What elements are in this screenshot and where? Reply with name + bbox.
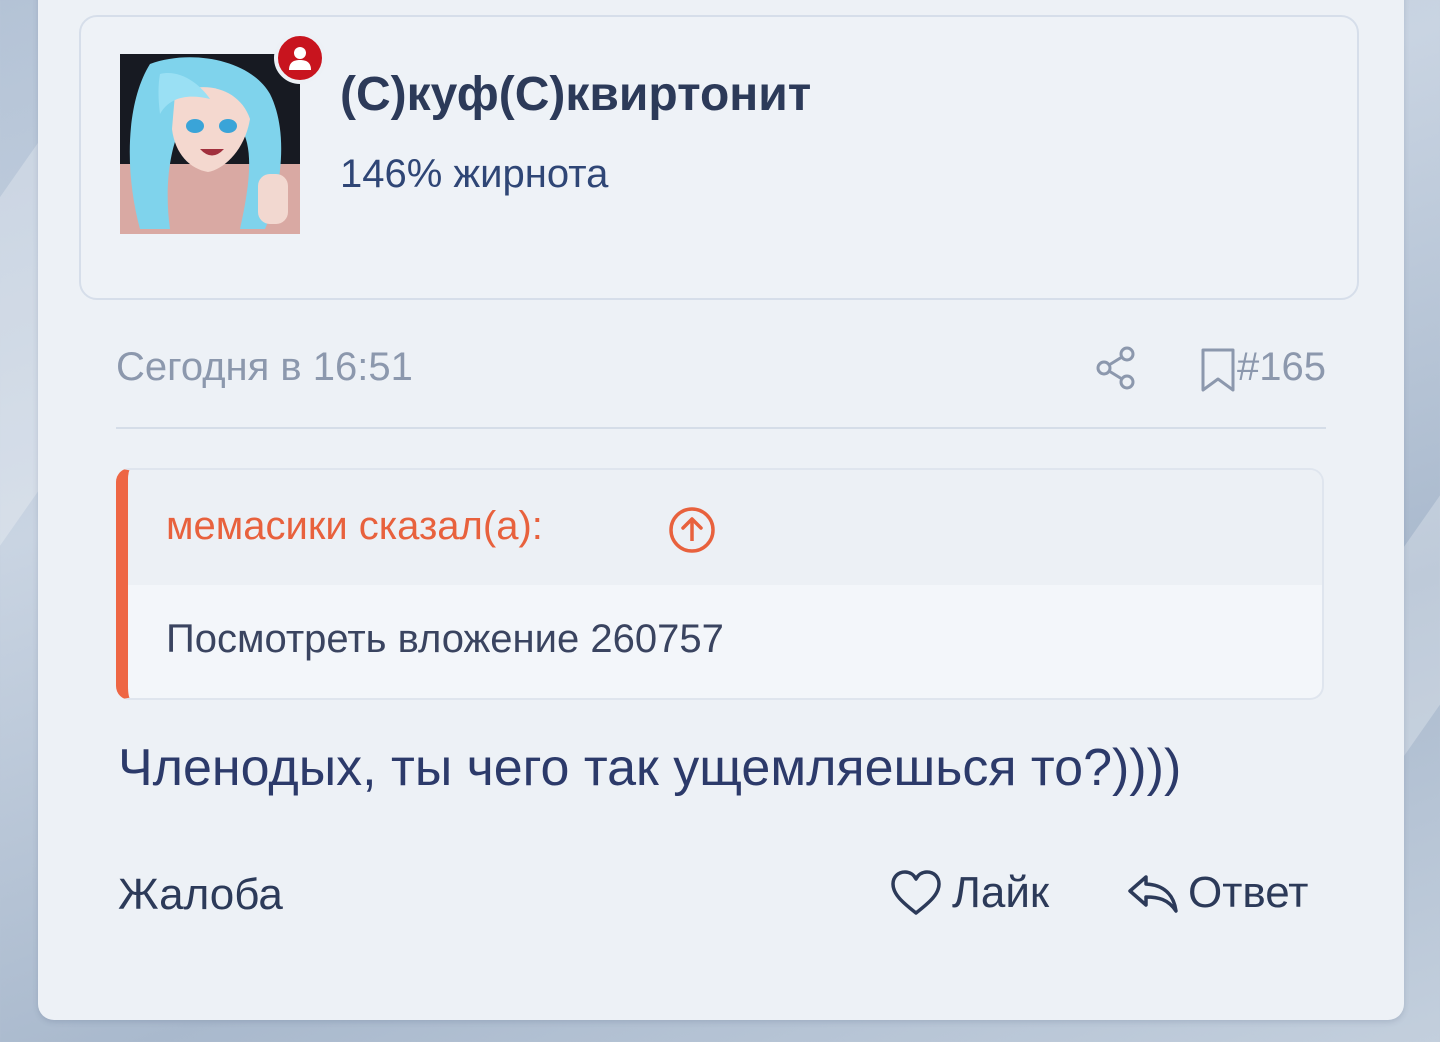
- user-icon: [289, 47, 311, 70]
- quote-author[interactable]: мемасики сказал(а):: [166, 504, 543, 549]
- reply-label: Ответ: [1188, 868, 1309, 917]
- user-info-card: (С)куф(С)квиртонит 146% жирнота: [79, 15, 1359, 300]
- post-timestamp[interactable]: Сегодня в 16:51: [116, 345, 413, 390]
- reply-button[interactable]: Ответ: [1126, 865, 1308, 921]
- avatar[interactable]: [120, 54, 300, 234]
- report-button[interactable]: Жалоба: [118, 870, 283, 920]
- reply-icon: [1128, 875, 1178, 913]
- post-number-link[interactable]: #165: [1237, 345, 1326, 390]
- quote-header: мемасики сказал(а):: [128, 470, 1322, 585]
- share-icon[interactable]: [1094, 345, 1140, 391]
- post-card: (С)куф(С)квиртонит 146% жирнота Сегодня …: [38, 0, 1404, 1020]
- quote-content[interactable]: Посмотреть вложение 260757: [166, 617, 724, 662]
- like-button[interactable]: Лайк: [890, 865, 1049, 921]
- post-message: Членодых, ты чего так ущемляешься то?)))…: [118, 739, 1182, 797]
- username[interactable]: (С)куф(С)квиртонит: [340, 67, 811, 122]
- bookmark-icon[interactable]: [1198, 347, 1238, 393]
- like-label: Лайк: [952, 868, 1050, 917]
- avatar-image: [120, 54, 300, 234]
- post-meta: Сегодня в 16:51 #165: [116, 345, 1326, 429]
- user-title: 146% жирнота: [340, 152, 609, 196]
- quote-block: мемасики сказал(а): Посмотреть вложение …: [116, 468, 1324, 700]
- heart-icon: [891, 870, 941, 915]
- user-status-badge: [274, 32, 326, 84]
- arrow-up-circle-icon[interactable]: [668, 506, 716, 554]
